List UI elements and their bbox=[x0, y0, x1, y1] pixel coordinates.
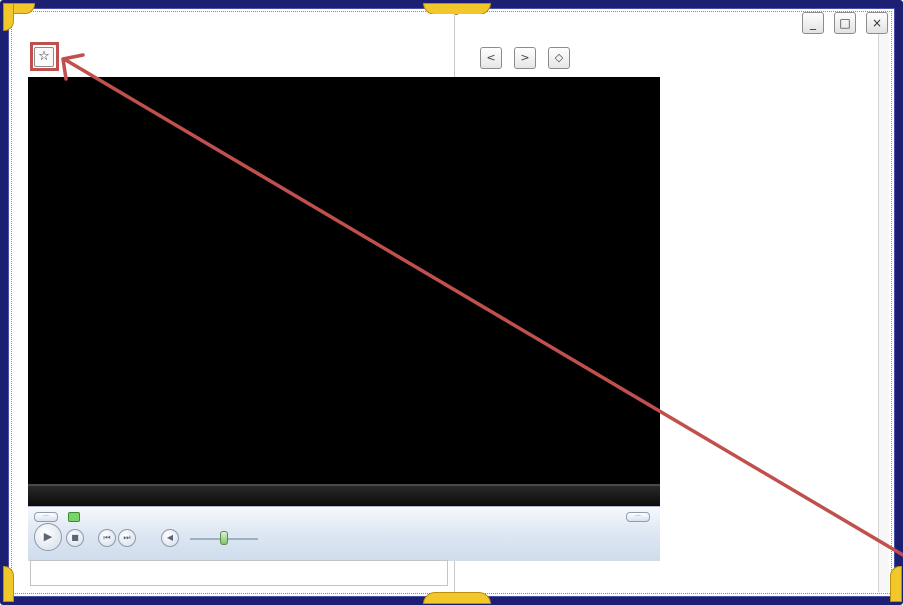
next-button[interactable]: ⏭ bbox=[118, 529, 136, 547]
previous-icon: ⏮ bbox=[103, 533, 111, 542]
seek-bar[interactable] bbox=[28, 484, 660, 506]
ellipsis-icon: ··· bbox=[635, 513, 641, 520]
video-display[interactable] bbox=[28, 77, 660, 484]
skin-bottom-tab bbox=[423, 592, 491, 604]
skin-corner-bottom-right bbox=[890, 566, 902, 602]
next-icon: ⏭ bbox=[123, 533, 131, 542]
play-icon: ▶ bbox=[43, 530, 53, 543]
right-pane-scrollbar[interactable] bbox=[878, 14, 889, 592]
minimize-icon: _ bbox=[810, 16, 816, 30]
stop-icon: ■ bbox=[71, 533, 79, 542]
maximize-button[interactable]: □ bbox=[834, 12, 856, 34]
annotation-highlight-box bbox=[30, 42, 59, 71]
transport-controls: ··· ··· ▶ ■ ⏮ ⏭ ◀ bbox=[28, 506, 660, 561]
forward-button[interactable]: > bbox=[514, 47, 536, 69]
speaker-icon: ◀ bbox=[166, 533, 174, 542]
close-icon: × bbox=[871, 16, 883, 30]
ellipsis-icon: ··· bbox=[43, 513, 49, 520]
diamond-icon: ◇ bbox=[554, 51, 564, 64]
options-button[interactable]: ··· bbox=[626, 512, 650, 522]
skin-corner-bottom-left bbox=[3, 566, 14, 602]
stop-button[interactable]: ■ bbox=[66, 529, 84, 547]
play-button[interactable]: ▶ bbox=[34, 523, 62, 551]
chevron-left-icon: < bbox=[486, 51, 496, 64]
back-button[interactable]: < bbox=[480, 47, 502, 69]
close-button[interactable]: × bbox=[866, 12, 888, 34]
mute-button[interactable]: ◀ bbox=[161, 529, 179, 547]
previous-button[interactable]: ⏮ bbox=[98, 529, 116, 547]
volume-slider-thumb[interactable] bbox=[220, 531, 228, 545]
chevron-right-icon: > bbox=[520, 51, 530, 64]
progress-indicator bbox=[68, 512, 80, 522]
maximize-icon: □ bbox=[839, 16, 851, 30]
minimize-button[interactable]: _ bbox=[802, 12, 824, 34]
home-button[interactable]: ◇ bbox=[548, 47, 570, 69]
status-area bbox=[30, 560, 448, 586]
compact-mode-button[interactable]: ··· bbox=[34, 512, 58, 522]
